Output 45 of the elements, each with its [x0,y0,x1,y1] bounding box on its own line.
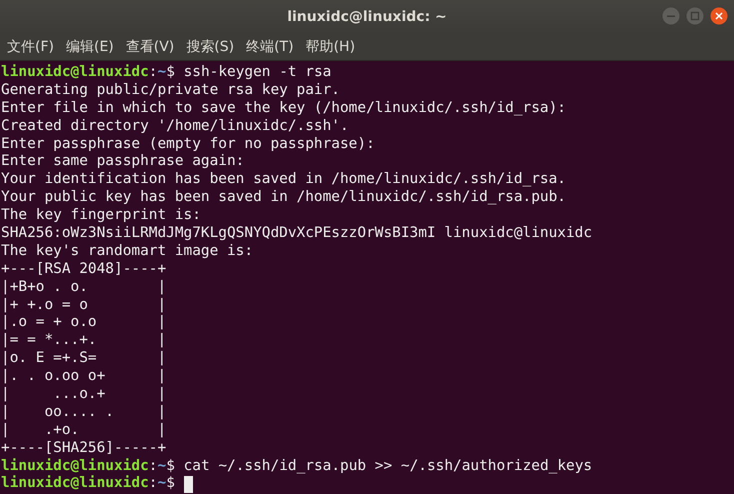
output-line: The key's randomart image is: [1,242,254,261]
close-icon[interactable] [710,7,728,25]
output-line: Enter same passphrase again: [1,153,244,172]
command-text: cat ~/.ssh/id_rsa.pub >> ~/.ssh/authorized_keys [184,458,592,476]
minimize-icon[interactable] [662,7,680,25]
output-line: +---[RSA 2048]----+ [1,260,166,279]
output-line: |+ +.o = o | [1,296,166,314]
output-line: +----[SHA256]-----+ [1,440,166,458]
menu-item[interactable]: 编辑(E) [60,36,119,58]
prompt-path: ~ [157,475,166,494]
prompt-user: linuxidc@linuxidc [1,458,149,475]
output-line: |.o = + o.o | [1,314,166,332]
maximize-icon[interactable] [686,7,704,25]
prompt-symbol: $ [166,475,175,494]
output-line: The key fingerprint is: [1,207,201,226]
output-line: Enter passphrase (empty for no passphrase): [1,136,375,154]
prompt-path: ~ [157,64,166,82]
output-line: SHA256:oWz3NsiiLRMdJMg7KLgQSNYQdDvXcPEszzOrWsBI3mI linuxidc@linuxidc [1,225,592,243]
output-line: Generating public/private rsa key pair. [1,82,340,100]
output-line: | .+o. | [1,422,166,440]
menu-item[interactable]: 查看(V) [120,36,180,58]
output-line: |. . o.oo o+ | [1,368,166,386]
prompt-symbol: $ [166,64,175,82]
output-line: Your identification has been saved in /home/linuxidc/.ssh/id_rsa. [1,171,566,190]
output-line: |= = *...+. | [1,332,166,350]
menu-item[interactable]: 帮助(H) [300,36,360,58]
menu-item[interactable]: 终端(T) [241,36,299,58]
prompt-user: linuxidc@linuxidc [1,64,149,82]
window-title: linuxidc@linuxidc: ~ [287,8,447,24]
output-line: Created directory '/home/linuxidc/.ssh'. [1,118,349,136]
prompt-separator: : [148,64,158,82]
prompt-user: linuxidc@linuxidc [1,475,149,494]
output-line: | ...o.+ | [1,386,166,404]
menu-item[interactable]: 搜索(S) [181,36,240,58]
prompt-path: ~ [157,458,166,476]
prompt-separator: : [148,458,158,476]
command-text: ssh-keygen -t rsa [184,64,332,82]
menu-item[interactable]: 文件(F) [2,36,59,58]
output-line: |+B+o . o. | [1,278,166,297]
output-line: |o. E =+.S= | [1,350,166,368]
output-line: Your public key has been saved in /home/linuxidc/.ssh/id_rsa.pub. [1,189,566,208]
prompt-separator: : [148,475,158,494]
prompt-symbol: $ [166,458,175,476]
output-line: | oo.... . | [1,404,166,422]
output-line: Enter file in which to save the key (/home/linuxidc/.ssh/id_rsa): [1,100,566,118]
